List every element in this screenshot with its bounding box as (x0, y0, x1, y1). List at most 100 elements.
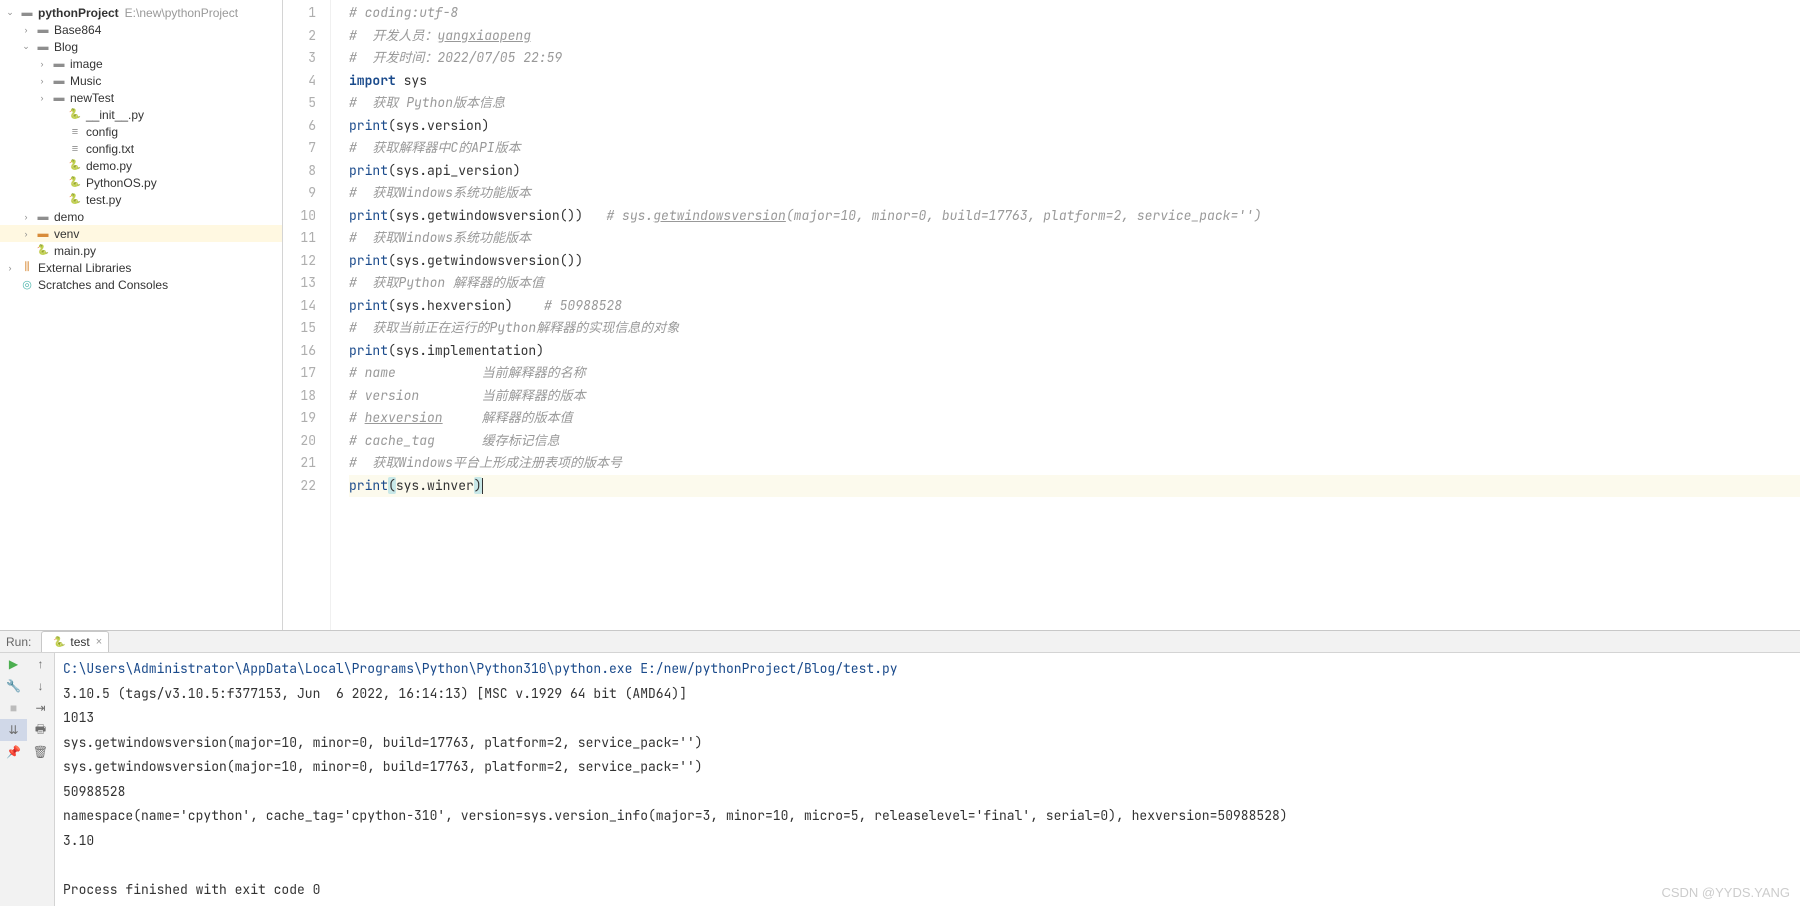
pin-button[interactable]: 📌 (0, 741, 27, 763)
code-line[interactable]: # 开发人员：yangxiaopeng (349, 25, 1800, 48)
code-line[interactable]: # 开发时间：2022/07/05 22:59 (349, 47, 1800, 70)
code-line[interactable]: # 获取Windows平台上形成注册表项的版本号 (349, 452, 1800, 475)
folder-icon: ▬ (51, 56, 67, 72)
code-line[interactable]: # hexversion 解释器的版本值 (349, 407, 1800, 430)
file-icon: ≡ (67, 141, 83, 157)
chevron-right-icon[interactable]: › (20, 211, 32, 223)
python-file-icon: 🐍 (67, 158, 83, 174)
chevron-right-icon[interactable]: › (20, 228, 32, 240)
code-line[interactable]: # 获取解释器中C的API版本 (349, 137, 1800, 160)
tree-item-main-py[interactable]: ›🐍main.py (0, 242, 282, 259)
console-line: sys.getwindowsversion(major=10, minor=0,… (63, 731, 1792, 756)
scratches-consoles[interactable]: › ◎ Scratches and Consoles (0, 276, 282, 293)
tree-item-demo[interactable]: ›▬demo (0, 208, 282, 225)
tree-item-Base864[interactable]: ›▬Base864 (0, 21, 282, 38)
console-line: sys.getwindowsversion(major=10, minor=0,… (63, 755, 1792, 780)
code-area[interactable]: # coding:utf-8# 开发人员：yangxiaopeng# 开发时间：… (331, 0, 1800, 630)
tree-item-venv[interactable]: ›▬venv (0, 225, 282, 242)
code-line[interactable]: # version 当前解释器的版本 (349, 385, 1800, 408)
file-icon: ≡ (67, 124, 83, 140)
console-output[interactable]: C:\Users\Administrator\AppData\Local\Pro… (55, 653, 1800, 906)
tree-item-Music[interactable]: ›▬Music (0, 72, 282, 89)
project-name: pythonProject (38, 6, 119, 20)
tree-item-label: demo (54, 210, 84, 224)
run-tab[interactable]: 🐍 test × (41, 631, 109, 652)
tree-item-label: venv (54, 227, 79, 241)
print-button[interactable]: 🖶 (27, 719, 54, 741)
external-libraries[interactable]: › ⫼ External Libraries (0, 259, 282, 276)
softwrap-button[interactable]: ⇥ (27, 697, 54, 719)
chevron-right-icon[interactable]: › (36, 58, 48, 70)
tree-item-label: image (70, 57, 103, 71)
tree-item-label: PythonOS.py (86, 176, 157, 190)
code-line[interactable]: # 获取当前正在运行的Python解释器的实现信息的对象 (349, 317, 1800, 340)
chevron-right-icon[interactable]: › (20, 24, 32, 36)
run-tab-name: test (70, 635, 89, 649)
code-line[interactable]: # 获取Python 解释器的版本值 (349, 272, 1800, 295)
close-icon[interactable]: × (96, 636, 102, 648)
code-line[interactable]: print(sys.winver) (349, 475, 1800, 498)
chevron-right-icon[interactable]: › (36, 75, 48, 87)
code-editor[interactable]: 12345678910111213141516171819202122 # co… (283, 0, 1800, 630)
project-root[interactable]: ⌄ ▬ pythonProject E:\new\pythonProject (0, 4, 282, 21)
libraries-icon: ⫼ (19, 260, 35, 276)
python-file-icon: 🐍 (67, 192, 83, 208)
python-file-icon: 🐍 (67, 175, 83, 191)
console-line: 3.10 (63, 829, 1792, 854)
code-line[interactable]: print(sys.version) (349, 115, 1800, 138)
console-line: Process finished with exit code 0 (63, 878, 1792, 903)
project-path: E:\new\pythonProject (125, 6, 238, 20)
python-icon: 🐍 (51, 634, 67, 650)
tree-item-label: Base864 (54, 23, 101, 37)
code-line[interactable]: print(sys.getwindowsversion()) # sys.get… (349, 205, 1800, 228)
code-line[interactable]: print(sys.hexversion) # 50988528 (349, 295, 1800, 318)
code-line[interactable]: # 获取Windows系统功能版本 (349, 227, 1800, 250)
tree-item-test-py[interactable]: ›🐍test.py (0, 191, 282, 208)
console-line: 3.10.5 (tags/v3.10.5:f377153, Jun 6 2022… (63, 682, 1792, 707)
run-toolbar: ▶ ↑ 🔧 ↓ ■ ⇥ ⇊ 🖶 📌 🗑 (0, 653, 55, 906)
code-line[interactable]: # name 当前解释器的名称 (349, 362, 1800, 385)
tree-item-label: Blog (54, 40, 78, 54)
code-line[interactable]: # cache_tag 缓存标记信息 (349, 430, 1800, 453)
code-line[interactable]: # 获取Windows系统功能版本 (349, 182, 1800, 205)
chevron-down-icon[interactable]: ⌄ (4, 7, 16, 19)
python-file-icon: 🐍 (67, 107, 83, 123)
stop-button[interactable]: ■ (0, 697, 27, 719)
folder-icon: ▬ (35, 226, 51, 242)
project-sidebar[interactable]: ⌄ ▬ pythonProject E:\new\pythonProject ›… (0, 0, 283, 630)
scroll-button[interactable]: ⇊ (0, 719, 27, 741)
code-line[interactable]: import sys (349, 70, 1800, 93)
tree-item-newTest[interactable]: ›▬newTest (0, 89, 282, 106)
tree-item-Blog[interactable]: ⌄▬Blog (0, 38, 282, 55)
chevron-down-icon[interactable]: ⌄ (20, 41, 32, 53)
tree-item-PythonOS-py[interactable]: ›🐍PythonOS.py (0, 174, 282, 191)
tree-item-config-txt[interactable]: ›≡config.txt (0, 140, 282, 157)
chevron-right-icon[interactable]: › (4, 262, 16, 274)
tree-item-label: main.py (54, 244, 96, 258)
down-button[interactable]: ↓ (27, 675, 54, 697)
tree-item-demo-py[interactable]: ›🐍demo.py (0, 157, 282, 174)
run-label: Run: (6, 635, 31, 649)
folder-icon: ▬ (51, 90, 67, 106)
chevron-right-icon[interactable]: › (36, 92, 48, 104)
up-button[interactable]: ↑ (27, 653, 54, 675)
tree-item-label: __init__.py (86, 108, 144, 122)
scratches-icon: ◎ (19, 277, 35, 293)
settings-button[interactable]: 🔧 (0, 675, 27, 697)
python-file-icon: 🐍 (35, 243, 51, 259)
run-panel: Run: 🐍 test × ▶ ↑ 🔧 ↓ ■ ⇥ ⇊ 🖶 (0, 630, 1800, 906)
tree-item-label: newTest (70, 91, 114, 105)
run-header: Run: 🐍 test × (0, 631, 1800, 653)
rerun-button[interactable]: ▶ (0, 653, 27, 675)
tree-item-label: Music (70, 74, 101, 88)
code-line[interactable]: # coding:utf-8 (349, 2, 1800, 25)
tree-item-config[interactable]: ›≡config (0, 123, 282, 140)
code-line[interactable]: # 获取 Python版本信息 (349, 92, 1800, 115)
tree-item-__init__-py[interactable]: ›🐍__init__.py (0, 106, 282, 123)
tree-item-image[interactable]: ›▬image (0, 55, 282, 72)
code-line[interactable]: print(sys.implementation) (349, 340, 1800, 363)
code-line[interactable]: print(sys.api_version) (349, 160, 1800, 183)
code-line[interactable]: print(sys.getwindowsversion()) (349, 250, 1800, 273)
clear-button[interactable]: 🗑 (27, 741, 54, 763)
tree-item-label: config (86, 125, 118, 139)
